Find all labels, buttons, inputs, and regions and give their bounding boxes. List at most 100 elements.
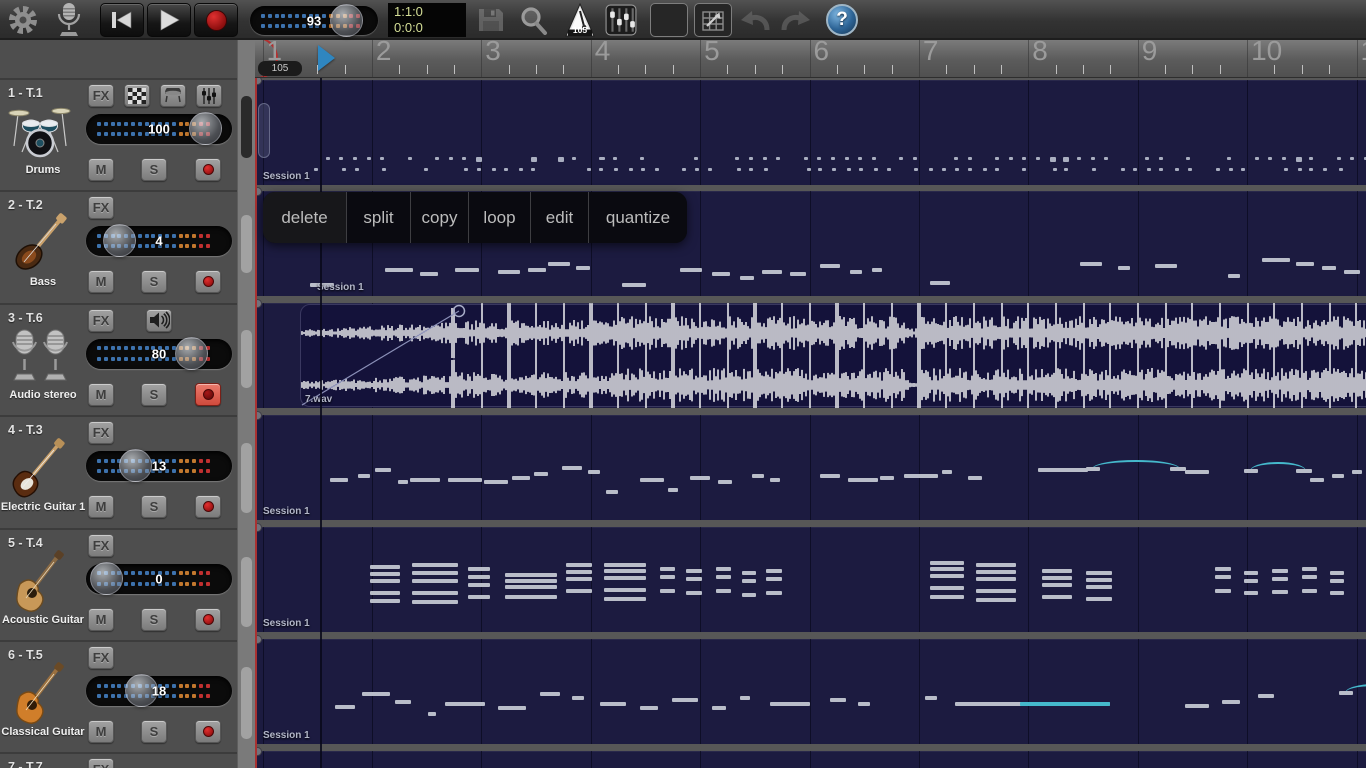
midi-note <box>566 589 592 593</box>
playhead-marker[interactable] <box>318 45 335 71</box>
drum-hit <box>519 168 523 171</box>
track-row[interactable]: 4 - T.3 Electric Guitar 1 FX 13 M S <box>0 415 237 527</box>
grid-line <box>372 80 373 185</box>
timeline-ruler[interactable]: 105 1234567891011 <box>255 38 1366 78</box>
scrollbar-segment[interactable] <box>241 215 252 273</box>
scrollbar-segment[interactable] <box>241 667 252 739</box>
context-menu-item[interactable]: split <box>347 192 411 243</box>
fx-button[interactable]: FX <box>88 309 114 332</box>
context-menu-item[interactable]: loop <box>469 192 531 243</box>
save-floppy-icon[interactable] <box>477 7 505 33</box>
solo-button[interactable]: S <box>141 158 167 181</box>
track-row[interactable]: 3 - T.6 Audio stereo FX 80 M S <box>0 303 237 415</box>
microphone-icon[interactable] <box>56 2 82 38</box>
track-index-label: 1 - T.1 <box>8 86 43 100</box>
beat-tick <box>645 65 646 74</box>
fx-button[interactable]: FX <box>88 646 114 669</box>
track-volume-slider[interactable]: 18 <box>86 676 232 706</box>
track-row[interactable]: 6 - T.5 Classical Guitar FX 18 M S <box>0 640 237 752</box>
drum-hit <box>874 168 878 171</box>
faders-button[interactable] <box>196 84 222 107</box>
skip-to-start-button[interactable] <box>100 3 144 37</box>
arm-record-button[interactable] <box>195 158 221 181</box>
tempo-marker[interactable]: 105 <box>258 61 302 76</box>
track-volume-slider[interactable]: 13 <box>86 451 232 481</box>
arm-record-button[interactable] <box>195 270 221 293</box>
track-lane-6[interactable]: Session 1 <box>255 639 1366 744</box>
arrangement-area[interactable]: Session 1Session 17.wavSession 1Session … <box>255 78 1366 768</box>
track-volume-slider[interactable]: 100 <box>86 114 232 144</box>
track-row[interactable]: 5 - T.4 Acoustic Guitar FX 0 M S <box>0 528 237 640</box>
undo-icon[interactable] <box>739 7 771 33</box>
pattern-grid-button[interactable] <box>124 84 150 107</box>
record-button[interactable] <box>194 3 238 37</box>
record-arm-icon <box>203 276 214 287</box>
context-menu-item[interactable]: quantize <box>589 192 687 243</box>
arm-record-button[interactable] <box>195 608 221 631</box>
grid-line <box>1357 191 1358 296</box>
context-menu-item[interactable]: copy <box>411 192 469 243</box>
zoom-magnifier-icon[interactable] <box>518 5 548 35</box>
mute-button[interactable]: M <box>88 158 114 181</box>
mute-button[interactable]: M <box>88 383 114 406</box>
mute-button[interactable]: M <box>88 495 114 518</box>
metronome-icon[interactable]: 105 <box>561 3 599 37</box>
solo-button[interactable]: S <box>141 495 167 518</box>
lane-grip[interactable] <box>258 103 270 158</box>
settings-gear-icon[interactable] <box>6 3 40 37</box>
midi-note <box>1185 470 1209 474</box>
vertical-scrollbar[interactable] <box>237 40 255 768</box>
scrollbar-segment[interactable] <box>241 443 252 513</box>
grid-editor-button[interactable] <box>694 3 732 37</box>
drum-hit <box>464 168 468 171</box>
help-button[interactable]: ? <box>826 4 858 36</box>
solo-button[interactable]: S <box>141 720 167 743</box>
cursor-tool-button[interactable] <box>650 3 688 37</box>
speaker-button[interactable] <box>146 309 172 332</box>
track-lane-5[interactable]: Session 1 <box>255 527 1366 632</box>
grid-line <box>1247 751 1248 768</box>
timpani-button[interactable] <box>160 84 186 107</box>
measure-line <box>372 38 373 78</box>
track-lane-1[interactable]: Session 1 <box>255 80 1366 185</box>
track-lane-3[interactable]: 7.wav <box>255 303 1366 408</box>
solo-button[interactable]: S <box>141 270 167 293</box>
track-volume-slider[interactable]: 80 <box>86 339 232 369</box>
track-volume-slider[interactable]: 0 <box>86 564 232 594</box>
fx-button[interactable]: FX <box>88 758 114 768</box>
fx-button[interactable]: FX <box>88 196 114 219</box>
redo-icon[interactable] <box>780 7 812 33</box>
track-volume-slider[interactable]: 4 <box>86 226 232 256</box>
context-menu-item[interactable]: delete <box>263 192 347 243</box>
track-lane-4[interactable]: Session 1 <box>255 415 1366 520</box>
scrollbar-segment[interactable] <box>241 330 252 388</box>
fx-button[interactable]: FX <box>88 84 114 107</box>
mixer-faders-icon[interactable] <box>605 4 637 36</box>
mute-button[interactable]: M <box>88 720 114 743</box>
track-row[interactable]: 7 - T.7 FX <box>0 752 237 768</box>
track-row[interactable]: 2 - T.2 Bass FX 4 M S <box>0 190 237 302</box>
drum-hit <box>1036 157 1040 160</box>
midi-note <box>412 563 458 567</box>
fx-button[interactable]: FX <box>88 421 114 444</box>
track-index-label: 3 - T.6 <box>8 311 43 325</box>
solo-button[interactable]: S <box>141 608 167 631</box>
arm-record-button[interactable] <box>195 720 221 743</box>
arm-record-button[interactable] <box>195 383 221 406</box>
drum-hit <box>380 157 384 160</box>
mute-button[interactable]: M <box>88 270 114 293</box>
scrollbar-handle[interactable] <box>241 96 252 158</box>
midi-note <box>498 706 526 710</box>
scrollbar-segment[interactable] <box>241 557 252 627</box>
context-menu-item[interactable]: edit <box>531 192 589 243</box>
arm-record-button[interactable] <box>195 495 221 518</box>
track-lane-7[interactable] <box>255 751 1366 768</box>
grid-line <box>919 751 920 768</box>
track-row[interactable]: 1 - T.1 Drums FX 100 M S <box>0 78 237 190</box>
solo-button[interactable]: S <box>141 383 167 406</box>
drum-hit <box>599 157 605 160</box>
master-volume-slider[interactable]: 93 <box>250 6 378 35</box>
mute-button[interactable]: M <box>88 608 114 631</box>
play-button[interactable] <box>147 3 191 37</box>
fx-button[interactable]: FX <box>88 534 114 557</box>
